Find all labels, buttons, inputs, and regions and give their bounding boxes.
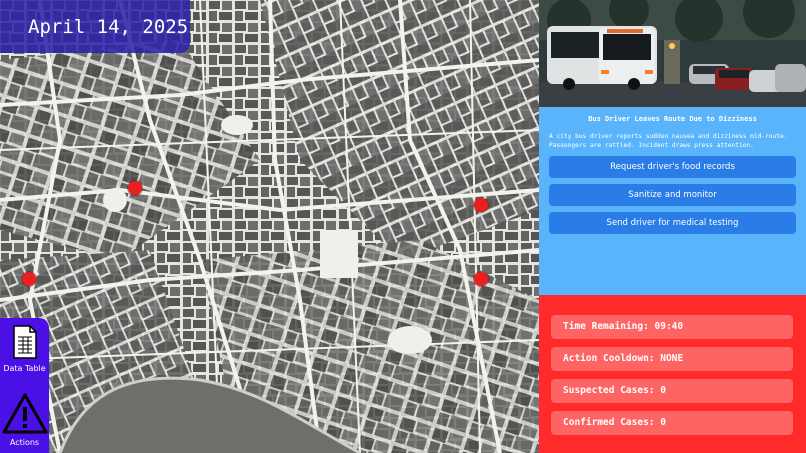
action-cooldown: Action Cooldown: NONE: [551, 347, 793, 371]
sanitize-monitor-button[interactable]: Sanitize and monitor: [549, 184, 796, 206]
stats-panel: Time Remaining: 09:40 Action Cooldown: N…: [539, 295, 806, 453]
bus-photo: [539, 0, 806, 107]
case-marker[interactable]: [474, 272, 488, 286]
left-toolbar: Data Table Actions: [0, 318, 49, 453]
news-headline: Bus Driver Leaves Route Due to Dizziness: [588, 115, 757, 123]
news-panel: Bus Driver Leaves Route Due to Dizziness…: [539, 0, 806, 295]
data-table-button[interactable]: Data Table: [0, 324, 49, 373]
news-photo: [539, 0, 806, 107]
date-text: April 14, 2025: [28, 16, 189, 38]
city-map[interactable]: [0, 0, 539, 453]
case-marker[interactable]: [22, 272, 36, 286]
actions-button[interactable]: Actions: [0, 392, 49, 447]
data-table-icon: [12, 325, 37, 359]
date-display: April 14, 2025: [0, 0, 190, 53]
warning-icon: [2, 393, 47, 434]
data-table-label: Data Table: [3, 364, 46, 373]
map-image: [0, 0, 539, 453]
news-description: A city bus driver reports sudden nausea …: [549, 133, 788, 149]
medical-testing-button[interactable]: Send driver for medical testing: [549, 212, 796, 234]
case-marker[interactable]: [474, 198, 488, 212]
request-food-records-button[interactable]: Request driver's food records: [549, 156, 796, 178]
time-remaining: Time Remaining: 09:40: [551, 315, 793, 339]
suspected-cases: Suspected Cases: 0: [551, 379, 793, 403]
actions-label: Actions: [9, 438, 40, 447]
case-marker[interactable]: [128, 181, 142, 195]
confirmed-cases: Confirmed Cases: 0: [551, 411, 793, 435]
